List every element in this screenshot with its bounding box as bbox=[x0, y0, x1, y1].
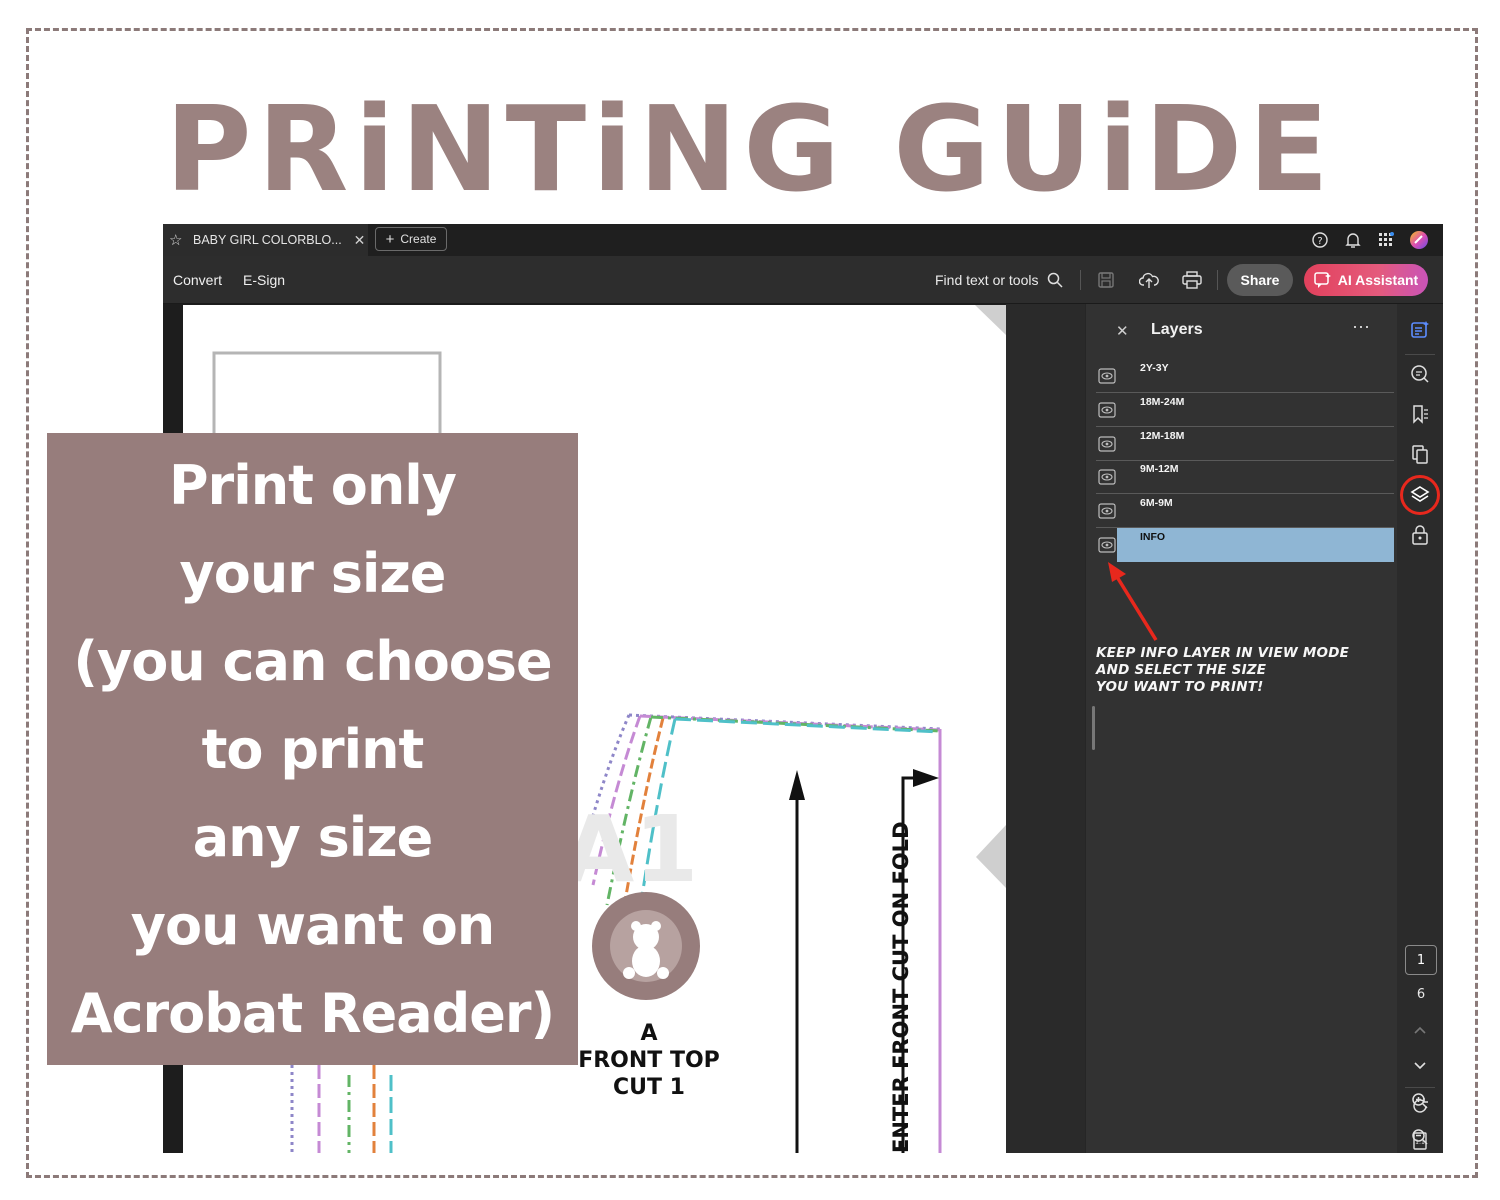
piece-label: A FRONT TOP CUT 1 bbox=[574, 1020, 724, 1101]
save-icon[interactable] bbox=[1092, 266, 1120, 294]
layer-name: 12M-18M bbox=[1140, 430, 1185, 442]
share-button[interactable]: Share bbox=[1227, 264, 1293, 296]
piece-watermark: A1 bbox=[563, 796, 698, 903]
zoom-out-icon[interactable] bbox=[1406, 1124, 1434, 1150]
rail-divider bbox=[1405, 354, 1435, 355]
close-tab-icon[interactable]: ✕ bbox=[354, 232, 366, 249]
plus-icon: + bbox=[385, 230, 395, 248]
page-edge-marker bbox=[976, 825, 1006, 888]
layer-name: INFO bbox=[1140, 531, 1166, 543]
guide-title: PRiNTiNG GUiDE bbox=[165, 80, 1335, 218]
overlay-line: any size bbox=[192, 806, 434, 869]
page-corner bbox=[975, 305, 1006, 335]
eye-icon[interactable] bbox=[1098, 469, 1116, 485]
create-label: Create bbox=[400, 232, 437, 246]
cloud-upload-icon[interactable] bbox=[1135, 266, 1163, 294]
layer-row[interactable]: 6M-9M bbox=[1096, 494, 1394, 528]
overlay-line: you want on bbox=[130, 894, 495, 957]
ai-assistant-button[interactable]: AI Assistant bbox=[1304, 264, 1428, 296]
instruction-note: Keep info layer in view mode and select … bbox=[1096, 645, 1396, 696]
piece-cut: CUT 1 bbox=[613, 1075, 685, 1100]
layer-row[interactable]: 2Y-3Y bbox=[1096, 359, 1394, 393]
search-icon bbox=[1047, 272, 1063, 288]
toolbar-divider bbox=[1080, 270, 1081, 290]
note-line: Keep info layer in view mode bbox=[1096, 645, 1350, 661]
note-line: and select the size bbox=[1096, 662, 1267, 678]
chevron-down-icon[interactable] bbox=[1406, 1052, 1434, 1080]
find-label: Find text or tools bbox=[935, 272, 1039, 288]
layer-name: 6M-9M bbox=[1140, 497, 1173, 509]
ai-assistant-icon bbox=[1314, 271, 1331, 288]
overlay-line: to print bbox=[201, 718, 425, 781]
help-icon[interactable]: ? bbox=[1303, 224, 1336, 256]
tab-title: BABY GIRL COLORBLO... bbox=[193, 233, 342, 247]
layer-row[interactable]: 9M-12M bbox=[1096, 460, 1394, 494]
create-button[interactable]: + Create bbox=[375, 227, 447, 251]
apps-grid-icon[interactable] bbox=[1369, 224, 1402, 256]
print-icon[interactable] bbox=[1178, 266, 1206, 294]
layer-row-selected[interactable]: INFO bbox=[1096, 528, 1394, 562]
layer-row[interactable]: 18M-24M bbox=[1096, 393, 1394, 427]
chevron-up-icon[interactable] bbox=[1406, 1016, 1434, 1044]
note-line: you want to print! bbox=[1096, 679, 1264, 695]
ai-assistant-label: AI Assistant bbox=[1337, 272, 1419, 288]
overlay-line: (you can choose bbox=[73, 630, 552, 693]
total-pages: 6 bbox=[1416, 987, 1426, 1002]
main-toolbar: Convert E-Sign Find text or tools Share … bbox=[163, 256, 1443, 304]
star-icon[interactable]: ☆ bbox=[169, 231, 189, 249]
convert-menu[interactable]: Convert bbox=[173, 256, 222, 304]
document-gutter bbox=[1006, 304, 1085, 1153]
red-arrow-annotation bbox=[1108, 562, 1158, 641]
instruction-overlay: Print only your size (you can choose to … bbox=[47, 433, 578, 1065]
current-page-field[interactable]: 1 bbox=[1405, 945, 1437, 975]
comment-icon[interactable] bbox=[1406, 360, 1434, 388]
overlay-line: Print only bbox=[168, 454, 457, 517]
eye-icon[interactable] bbox=[1098, 402, 1116, 418]
pages-icon[interactable] bbox=[1406, 440, 1434, 468]
piece-letter: A bbox=[640, 1021, 658, 1046]
layers-icon[interactable] bbox=[1406, 481, 1434, 509]
avatar[interactable] bbox=[1402, 224, 1435, 256]
svg-text:?: ? bbox=[1317, 236, 1322, 247]
zoom-in-icon[interactable] bbox=[1406, 1088, 1434, 1114]
edit-pdf-icon[interactable] bbox=[1406, 316, 1434, 344]
find-tools[interactable]: Find text or tools bbox=[935, 256, 1063, 304]
close-panel-icon[interactable]: ✕ bbox=[1116, 322, 1129, 340]
panel-scrollbar[interactable] bbox=[1092, 706, 1095, 750]
fold-label: ENTER FRONT CUT ON FOLD bbox=[889, 821, 913, 1154]
eye-icon[interactable] bbox=[1098, 537, 1116, 553]
esign-menu[interactable]: E-Sign bbox=[243, 256, 285, 304]
eye-icon[interactable] bbox=[1098, 503, 1116, 519]
lock-icon[interactable] bbox=[1406, 521, 1434, 549]
layer-name: 9M-12M bbox=[1140, 463, 1179, 475]
document-tab[interactable]: ☆ BABY GIRL COLORBLO... ✕ bbox=[163, 224, 368, 256]
overlay-line: your size bbox=[179, 542, 447, 605]
eye-icon[interactable] bbox=[1098, 368, 1116, 384]
bookmark-icon[interactable] bbox=[1406, 400, 1434, 428]
more-options-icon[interactable]: ⋯ bbox=[1352, 317, 1371, 338]
eye-icon[interactable] bbox=[1098, 436, 1116, 452]
layer-name: 18M-24M bbox=[1140, 396, 1185, 408]
bell-icon[interactable] bbox=[1336, 224, 1369, 256]
layer-name: 2Y-3Y bbox=[1140, 362, 1169, 374]
layers-panel: ✕ Layers ⋯ 2Y-3Y 18M-24M 12M-18M 9M-12M … bbox=[1085, 304, 1397, 1153]
piece-name: FRONT TOP bbox=[578, 1048, 720, 1073]
right-rail: 1 6 1:1 bbox=[1397, 304, 1443, 1153]
overlay-line: Acrobat Reader) bbox=[70, 982, 555, 1045]
panel-title: Layers bbox=[1151, 321, 1203, 338]
toolbar-divider bbox=[1217, 270, 1218, 290]
layer-row[interactable]: 12M-18M bbox=[1096, 427, 1394, 461]
tab-bar: ☆ BABY GIRL COLORBLO... ✕ + Create ? bbox=[163, 224, 1443, 256]
